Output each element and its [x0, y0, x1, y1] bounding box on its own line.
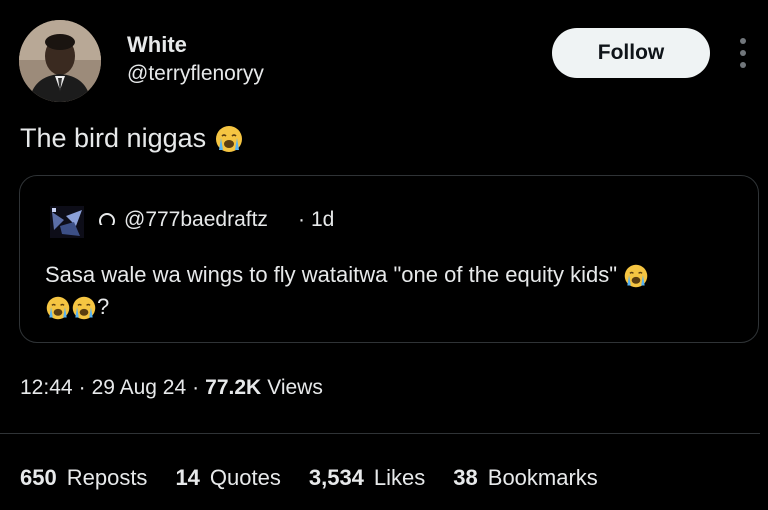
more-dot	[740, 38, 746, 44]
views-label: Views	[267, 376, 323, 399]
reposts-label: Reposts	[66, 465, 148, 490]
avatar-photo	[19, 20, 101, 102]
meta-separator: ·	[192, 376, 200, 399]
author-avatar[interactable]	[19, 20, 101, 102]
author-name[interactable]: White	[127, 32, 187, 58]
bookmarks-count: 38	[453, 465, 478, 490]
quoted-text-line1: Sasa wale wa wings to fly wataitwa "one …	[45, 262, 618, 287]
follow-button[interactable]: Follow	[552, 28, 710, 78]
reposts-count: 650	[20, 465, 57, 490]
meta-separator: ·	[78, 376, 86, 399]
author-handle[interactable]: @terryflenoryy	[127, 62, 264, 86]
crying-face-icon	[46, 296, 70, 320]
quoted-tweet-card[interactable]: @777baedraftz · 1d Sasa wale wa wings to…	[19, 175, 759, 343]
circle-status-icon	[99, 213, 115, 229]
bookmarks-label: Bookmarks	[487, 465, 598, 490]
tweet-date[interactable]: 29 Aug 24	[92, 376, 187, 400]
likes-count: 3,534	[308, 465, 364, 490]
reposts-stat[interactable]: 650 Reposts	[20, 465, 147, 491]
crying-face-icon	[216, 125, 243, 152]
likes-stat[interactable]: 3,534 Likes	[309, 465, 425, 491]
quotes-stat[interactable]: 14 Quotes	[175, 465, 280, 491]
divider	[0, 433, 760, 434]
bookmarks-stat[interactable]: 38 Bookmarks	[453, 465, 598, 491]
quoted-author-handle[interactable]: @777baedraftz	[124, 208, 268, 232]
quoted-tweet-text: Sasa wale wa wings to fly wataitwa "one …	[45, 259, 745, 323]
tweet-time[interactable]: 12:44	[20, 376, 73, 400]
crying-face-icon	[624, 264, 648, 288]
engagement-stats: 650 Reposts 14 Quotes 3,534 Likes 38 Boo…	[20, 465, 598, 491]
quoted-tweet-age[interactable]: 1d	[311, 208, 334, 232]
quotes-label: Quotes	[209, 465, 281, 490]
tweet-text: The bird niggas	[20, 123, 244, 154]
more-dot	[740, 50, 746, 56]
more-dot	[740, 62, 746, 68]
tweet-text-content: The bird niggas	[20, 123, 207, 153]
quotes-count: 14	[175, 465, 200, 490]
quoted-text-suffix: ?	[97, 294, 110, 319]
more-options-icon[interactable]	[733, 38, 753, 68]
views-count: 77.2K	[205, 376, 262, 399]
quoted-author-avatar[interactable]	[50, 206, 84, 238]
quoted-separator: ·	[298, 208, 305, 231]
crying-face-icon	[72, 296, 96, 320]
likes-label: Likes	[373, 465, 426, 490]
tweet-meta: 12:44 · 29 Aug 24 · 77.2K Views	[20, 376, 323, 400]
